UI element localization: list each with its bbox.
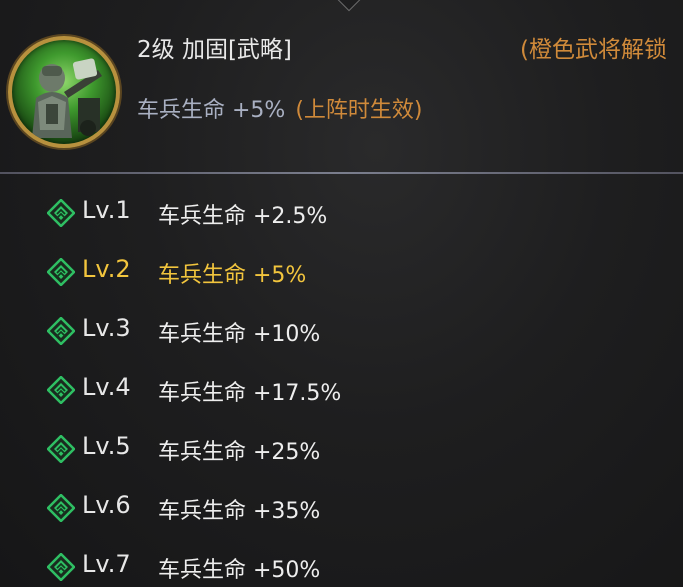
unlock-condition: (橙色武将解锁 <box>520 37 667 63</box>
diamond-bullet-icon <box>47 376 75 404</box>
level-effect: 车兵生命 +2.5% <box>158 204 328 229</box>
level-row-6: Lv.6 车兵生命 +35% <box>0 488 683 528</box>
chariot-general-icon <box>32 58 102 138</box>
level-row-3: Lv.3 车兵生命 +10% <box>0 311 683 351</box>
level-label: Lv.6 <box>82 491 131 519</box>
level-row-1: Lv.1 车兵生命 +2.5% <box>0 193 683 233</box>
level-label: Lv.7 <box>82 550 131 578</box>
level-label: Lv.4 <box>82 373 131 401</box>
level-label: Lv.5 <box>82 432 131 460</box>
level-row-5: Lv.5 车兵生命 +25% <box>0 429 683 469</box>
diamond-bullet-icon <box>47 199 75 227</box>
level-effect: 车兵生命 +17.5% <box>158 381 342 406</box>
level-label: Lv.3 <box>82 314 131 342</box>
level-effect: 车兵生命 +50% <box>158 558 321 583</box>
skill-portrait <box>8 36 120 148</box>
diamond-bullet-icon <box>47 553 75 581</box>
level-effect: 车兵生命 +10% <box>158 322 321 347</box>
skill-title: 2级 加固[武略] <box>137 37 292 63</box>
diamond-bullet-icon <box>47 435 75 463</box>
diamond-bullet-icon <box>47 317 75 345</box>
header-divider <box>0 172 683 174</box>
current-effect-value: 车兵生命 +5% <box>137 98 286 123</box>
level-effect: 车兵生命 +5% <box>158 263 307 288</box>
level-row-2: Lv.2 车兵生命 +5% <box>0 252 683 292</box>
diamond-bullet-icon <box>47 258 75 286</box>
skill-detail-panel: { "skill": { "title": "2级 加固[武略]", "unlo… <box>0 0 683 587</box>
diamond-bullet-icon <box>47 494 75 522</box>
skill-header: 2级 加固[武略] (橙色武将解锁 车兵生命 +5% (上阵时生效) <box>0 0 683 172</box>
effect-condition: (上阵时生效) <box>295 98 423 123</box>
level-label: Lv.1 <box>82 196 131 224</box>
level-effect: 车兵生命 +25% <box>158 440 321 465</box>
level-row-4: Lv.4 车兵生命 +17.5% <box>0 370 683 410</box>
level-effect: 车兵生命 +35% <box>158 499 321 524</box>
level-row-7: Lv.7 车兵生命 +50% <box>0 547 683 587</box>
level-label: Lv.2 <box>82 255 131 283</box>
current-effect: 车兵生命 +5% (上阵时生效) <box>137 92 423 124</box>
